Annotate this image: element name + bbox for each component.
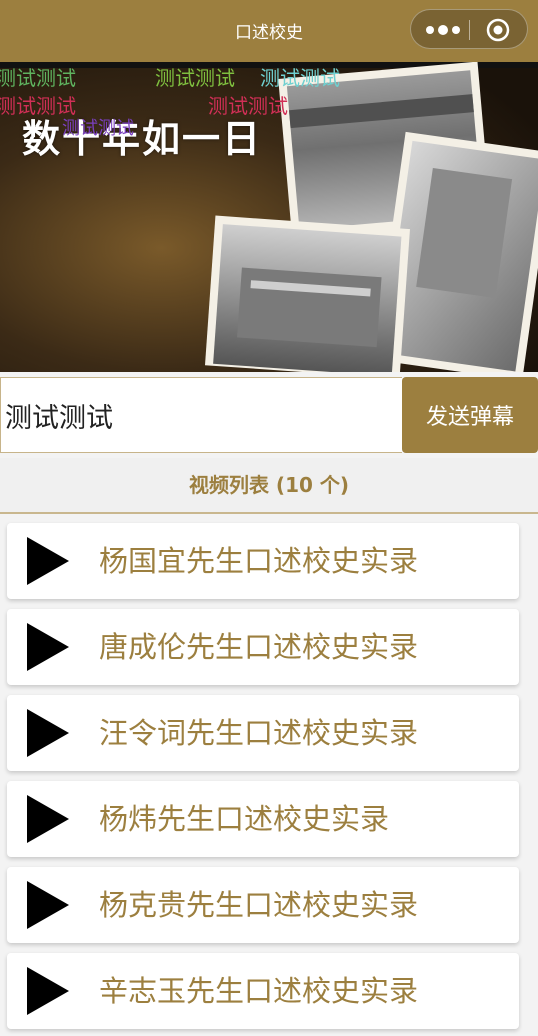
play-icon (27, 623, 69, 671)
close-target-icon[interactable] (486, 18, 510, 42)
more-icon[interactable] (425, 22, 461, 38)
navigation-bar: 口述校史 (0, 0, 538, 62)
play-icon (27, 795, 69, 843)
video-title: 辛志玉先生口述校史实录 (99, 974, 419, 1008)
video-title: 杨国宜先生口述校史实录 (99, 544, 419, 578)
video-title: 杨克贵先生口述校史实录 (99, 888, 419, 922)
send-danmaku-button[interactable]: 发送弹幕 (402, 377, 538, 453)
video-title: 汪令词先生口述校史实录 (99, 716, 419, 750)
photo-building (204, 215, 410, 372)
video-list-item[interactable]: 杨克贵先生口述校史实录 (7, 867, 519, 943)
video-list-item[interactable]: 辛志玉先生口述校史实录 (7, 953, 519, 1029)
video-list-header: 视频列表 (10 个) (0, 458, 538, 514)
video-list-item[interactable]: 汪令词先生口述校史实录 (7, 695, 519, 771)
video-title: 杨炜先生口述校史实录 (99, 802, 390, 836)
video-list-item[interactable]: 杨炜先生口述校史实录 (7, 781, 519, 857)
mini-program-capsule (410, 9, 528, 49)
play-icon (27, 881, 69, 929)
danmaku-input[interactable] (0, 377, 402, 453)
video-player[interactable]: 数十年如一日 测试测试 测试测试 测试测试 测试测试 测试测试 测试测试 (0, 62, 538, 372)
danmaku-item: 测试测试 (260, 66, 340, 90)
danmaku-item: 测试测试 (62, 118, 134, 139)
play-icon (27, 537, 69, 585)
video-title: 唐成伦先生口述校史实录 (99, 630, 419, 664)
danmaku-item: 测试测试 (155, 66, 235, 90)
play-icon (27, 709, 69, 757)
play-icon (27, 967, 69, 1015)
video-list-item[interactable]: 杨国宜先生口述校史实录 (7, 523, 519, 599)
danmaku-item: 测试测试 (0, 66, 76, 90)
danmaku-item: 测试测试 (208, 94, 288, 118)
danmaku-input-row: 发送弹幕 (0, 377, 538, 453)
video-list-item[interactable]: 唐成伦先生口述校史实录 (7, 609, 519, 685)
capsule-divider (469, 20, 470, 40)
